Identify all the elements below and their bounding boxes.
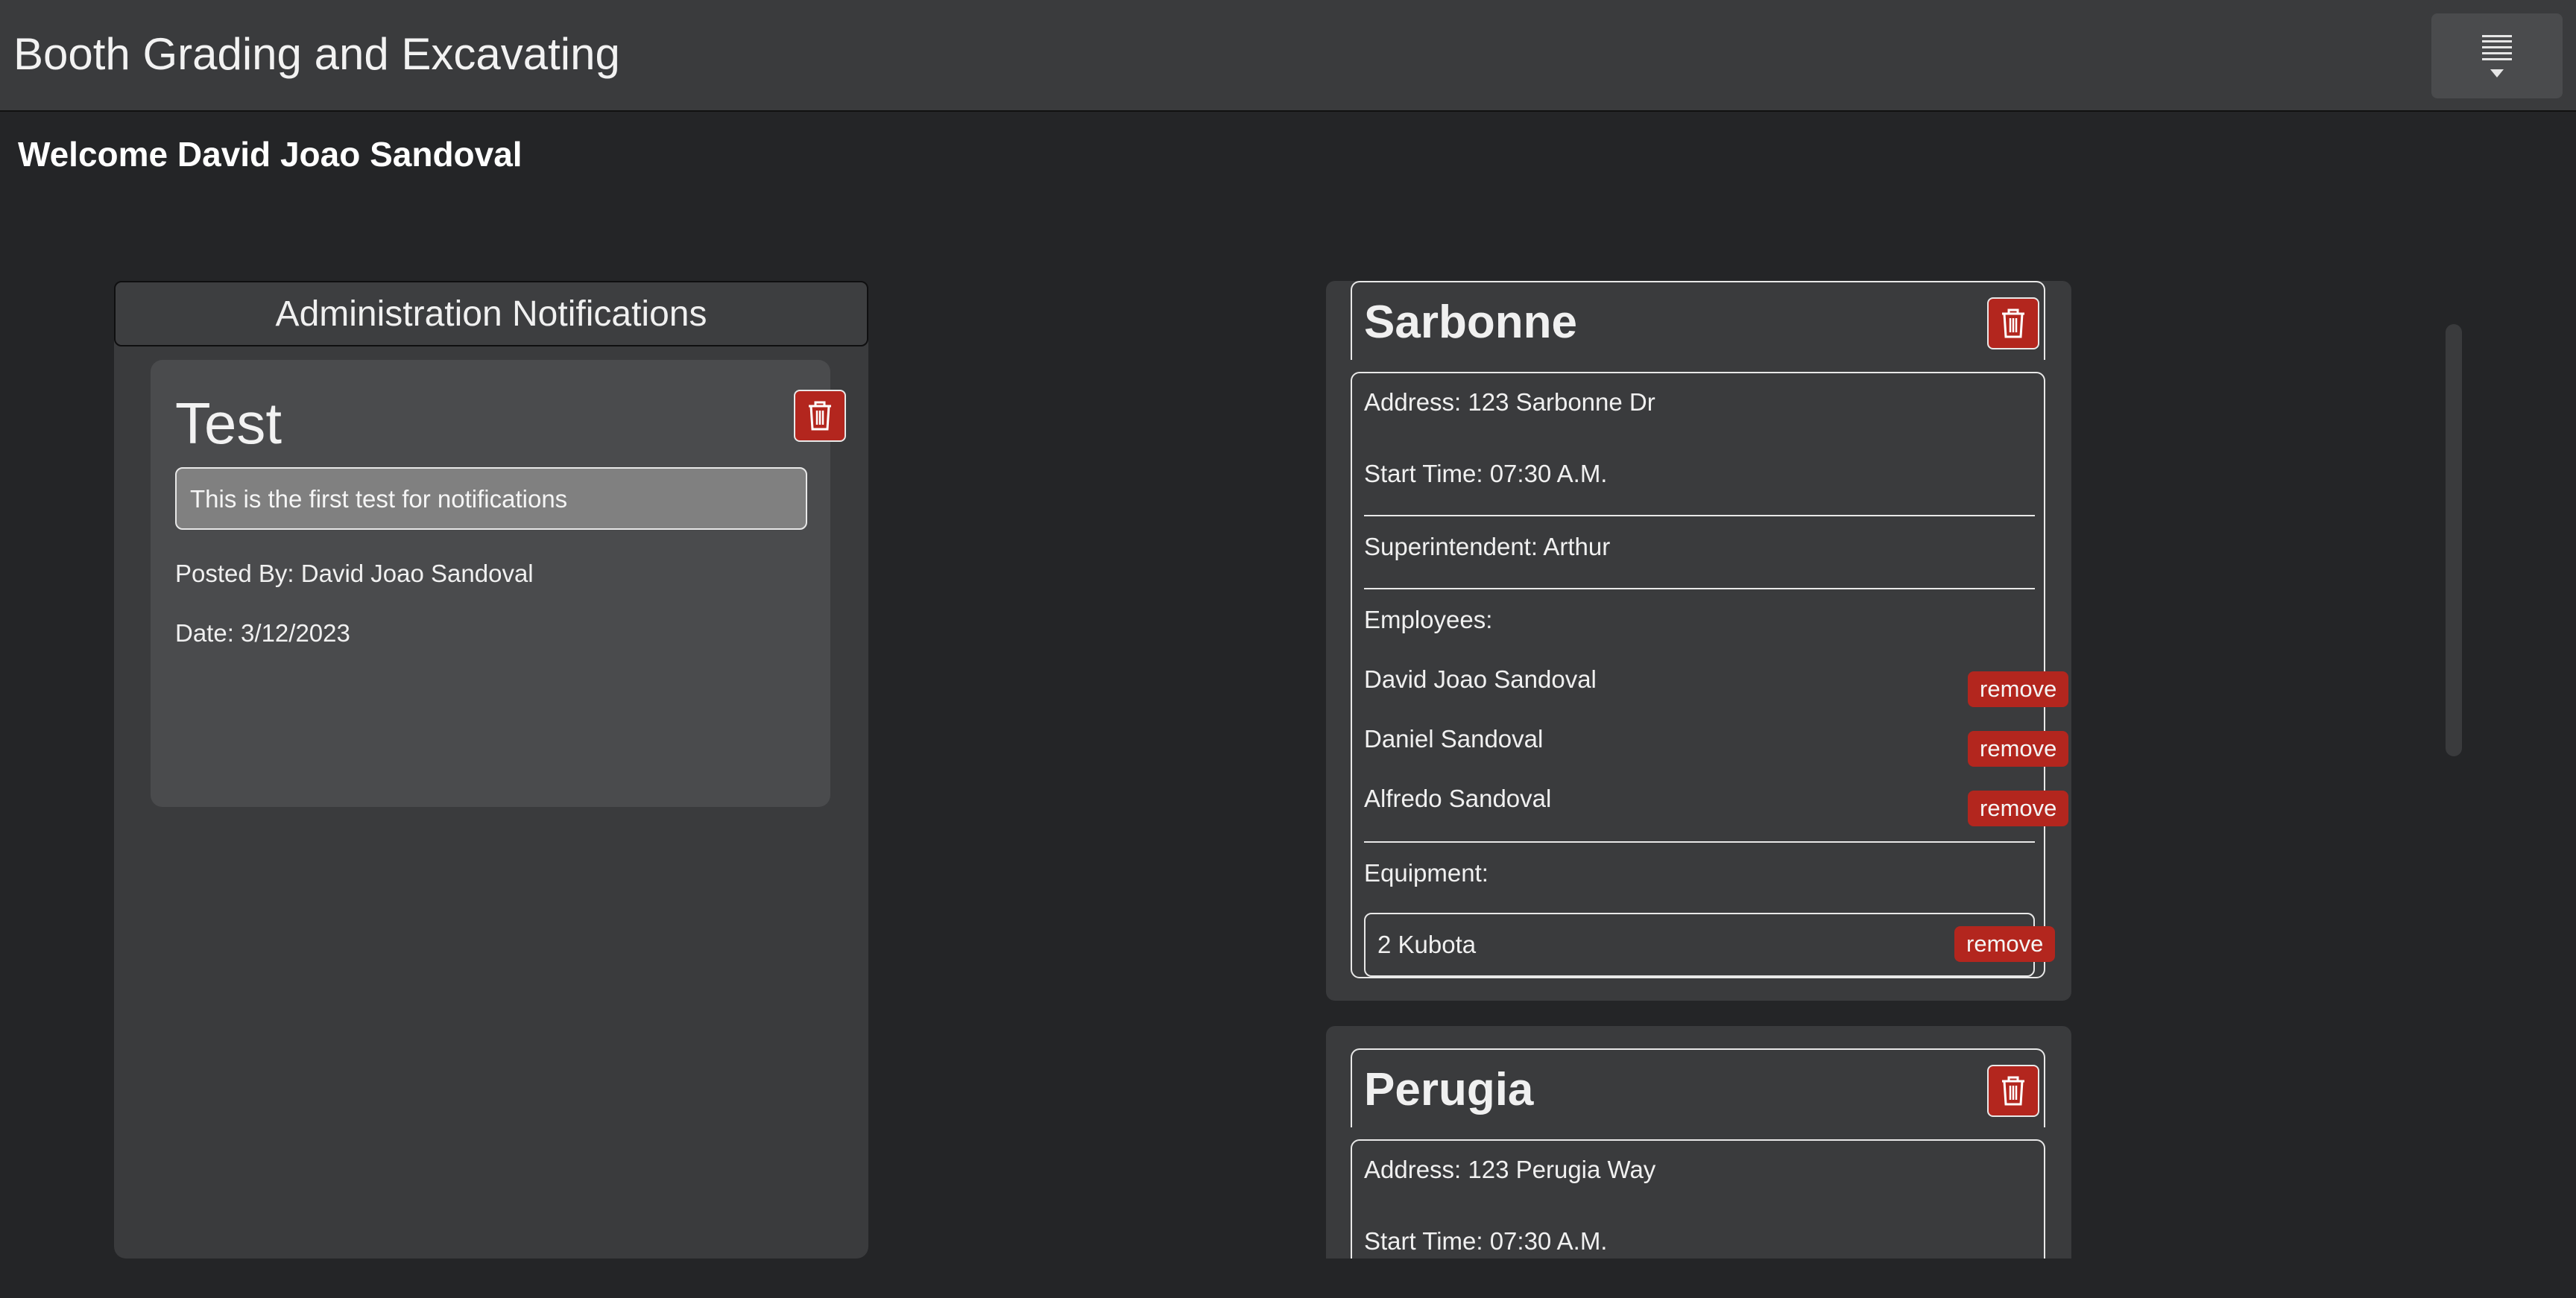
admin-notifications-panel: Administration Notifications Test This i… [114, 281, 868, 1259]
admin-notifications-heading: Administration Notifications [114, 281, 868, 346]
employees-label: Employees: [1364, 606, 1493, 633]
employee-name: Alfredo Sandoval [1364, 785, 1552, 812]
divider [1364, 515, 2035, 516]
employee-name: Daniel Sandoval [1364, 725, 1544, 753]
trash-icon [809, 401, 831, 431]
delete-job-button[interactable] [1987, 297, 2039, 349]
job-details: Address: 123 Sarbonne Dr Start Time: 07:… [1351, 372, 2069, 978]
caret-down-icon [2490, 69, 2504, 77]
trash-icon [2002, 308, 2024, 338]
menu-toggle-button[interactable] [2431, 13, 2563, 98]
notification-title: Test [175, 390, 282, 456]
equipment-item: 2 Kubota remove [1364, 913, 2056, 977]
job-name: Sarbonne [1364, 297, 1577, 348]
notification-message: This is the first test for notifications [175, 467, 807, 530]
remove-employee-button[interactable]: remove [1968, 671, 2069, 707]
job-name: Perugia [1364, 1064, 1534, 1115]
hamburger-icon [2482, 34, 2512, 60]
job-superintendent: Superintendent: Arthur [1364, 533, 1611, 560]
delete-job-button[interactable] [1987, 1065, 2039, 1117]
job-address: Address: 123 Sarbonne Dr [1364, 388, 1655, 416]
notification-posted-by: Posted By: David Joao Sandoval [175, 560, 534, 587]
remove-equipment-button[interactable]: remove [1954, 926, 2056, 962]
job-details: Address: 123 Perugia Way Start Time: 07:… [1351, 1139, 2045, 1259]
remove-employee-button[interactable]: remove [1968, 731, 2069, 767]
jobs-scroll-area[interactable]: Sarbonne Address: 123 Sarbonne Dr Start … [956, 281, 2462, 1259]
job-address: Address: 123 Perugia Way [1364, 1156, 1656, 1183]
trash-icon [2002, 1076, 2024, 1106]
notification-card: Test This is the first test for notifica… [151, 360, 846, 807]
employee-name: David Joao Sandoval [1364, 665, 1597, 693]
equipment-label: Equipment: [1364, 859, 1489, 887]
job-start-time: Start Time: 07:30 A.M. [1364, 460, 1608, 487]
delete-notification-button[interactable] [794, 390, 846, 442]
remove-employee-button[interactable]: remove [1968, 791, 2069, 826]
job-card: Perugia Address: 123 Perugia Way Start T… [1326, 1026, 2071, 1259]
divider [1364, 588, 2035, 589]
top-navbar: Booth Grading and Excavating [0, 0, 2576, 112]
app-title[interactable]: Booth Grading and Excavating [13, 28, 620, 80]
job-card-header: Sarbonne [1351, 281, 2045, 360]
job-card: Sarbonne Address: 123 Sarbonne Dr Start … [1326, 281, 2071, 1001]
job-card-header: Perugia [1351, 1048, 2045, 1127]
notification-date: Date: 3/12/2023 [175, 619, 350, 647]
scrollbar-thumb[interactable] [2446, 324, 2462, 756]
job-start-time: Start Time: 07:30 A.M. [1364, 1227, 1608, 1255]
divider [1364, 841, 2035, 843]
welcome-heading: Welcome David Joao Sandoval [18, 135, 523, 174]
equipment-name: 2 Kubota [1377, 931, 1477, 958]
